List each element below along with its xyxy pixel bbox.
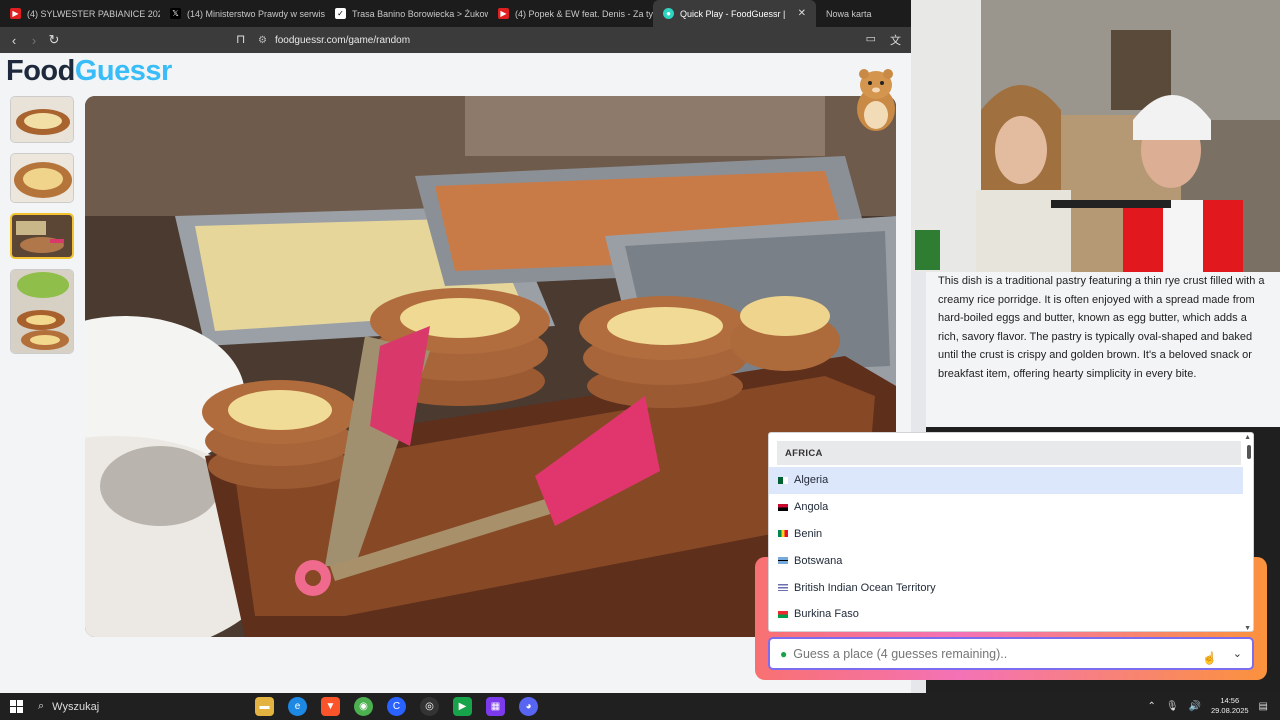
dropdown-scrollbar[interactable]: ▲ ▼ [1243, 433, 1253, 631]
logo-guessr: Guessr [74, 55, 172, 87]
dish-description: This dish is a traditional pastry featur… [938, 275, 1265, 380]
tab-popek[interactable]: ▶ (4) Popek & EW feat. Denis - Za tych [488, 0, 653, 27]
tab-ministerstwo[interactable]: 𝕏 (14) Ministerstwo Prawdy w serwisie [160, 0, 325, 27]
c-app-icon[interactable]: C [387, 697, 406, 716]
windows-taskbar: ⌕ Wyszukaj ▬ e ▼ ◉ C ◎ ▶ ▦ ◕ ⌃ 🎙 🔊 14:56… [0, 693, 1280, 720]
tab-title: (4) SYLWESTER PABIANICE 2022 [27, 8, 160, 19]
dish-description-panel: This dish is a traditional pastry featur… [926, 272, 1280, 427]
thumbnail-4[interactable] [10, 269, 74, 354]
scroll-down-icon[interactable]: ▼ [1244, 625, 1251, 631]
tab-bar: ▶ (4) SYLWESTER PABIANICE 2022 𝕏 (14) Mi… [0, 0, 911, 27]
tab-title: Quick Play - FoodGuessr | FoodG [680, 8, 788, 19]
windows-icon [9, 700, 23, 713]
dropdown-option-botswana[interactable]: Botswana [769, 547, 1243, 574]
reload-icon[interactable]: ↻ [44, 32, 64, 48]
site-info-icon[interactable]: ⚙ [258, 35, 267, 46]
notifications-icon[interactable]: ▤ [1259, 701, 1268, 712]
option-label: British Indian Ocean Territory [794, 581, 936, 594]
brave-icon[interactable]: ▼ [321, 697, 340, 716]
thumbnail-1[interactable] [10, 96, 74, 143]
taskbar-search[interactable]: ⌕ Wyszukaj [32, 700, 222, 713]
thumbnail-list [10, 96, 76, 364]
clock-date: 29.08.2025 [1211, 706, 1249, 715]
start-button[interactable] [0, 700, 32, 713]
address-bar: ‹ › ↻ ⊓ ⚙ foodguessr.com/game/random ▭ 文 [0, 27, 911, 53]
thumbnail-2[interactable] [10, 153, 74, 203]
flag-icon [778, 476, 788, 484]
tab-title: Trasa Banino Borowiecka > Żukowo, [352, 8, 488, 19]
microphone-icon[interactable]: 🎙 [1166, 701, 1179, 712]
play-app-icon[interactable]: ▶ [453, 697, 472, 716]
back-icon[interactable]: ‹ [4, 33, 24, 48]
dropdown-option-burkina-faso[interactable]: Burkina Faso [769, 601, 1243, 628]
scroll-up-icon[interactable]: ▲ [1244, 434, 1251, 441]
check-icon: ✓ [335, 8, 346, 19]
forward-icon[interactable]: › [24, 33, 44, 48]
dropdown-option-angola[interactable]: Angola [769, 494, 1243, 521]
obs-icon[interactable]: ◎ [420, 697, 439, 716]
option-label: Botswana [794, 554, 843, 567]
taskbar-search-label: Wyszukaj [52, 700, 100, 713]
chevron-down-icon[interactable]: ⌄ [1233, 647, 1242, 660]
thumbnail-3-selected[interactable] [10, 213, 74, 259]
youtube-icon: ▶ [498, 8, 509, 19]
file-explorer-icon[interactable]: ▬ [255, 697, 274, 716]
game-app-icon[interactable]: ▦ [486, 697, 505, 716]
flag-icon [778, 503, 788, 511]
youtube-icon: ▶ [10, 8, 21, 19]
tab-foodguessr[interactable]: ● Quick Play - FoodGuessr | FoodG ✕ [653, 0, 816, 27]
system-tray: ⌃ 🎙 🔊 14:56 29.08.2025 ▤ [1147, 696, 1268, 716]
tab-title: (4) Popek & EW feat. Denis - Za tych [515, 8, 653, 19]
tab-sylwester[interactable]: ▶ (4) SYLWESTER PABIANICE 2022 [0, 0, 160, 27]
country-dropdown[interactable]: AFRICA Algeria Angola Benin Botswana Bri… [768, 432, 1254, 632]
mouse-cursor-icon: ☝ [1202, 651, 1217, 665]
search-icon: ⌕ [38, 700, 45, 712]
webcam-overlay [911, 0, 1280, 272]
chevron-up-icon[interactable]: ⌃ [1147, 701, 1155, 712]
dropdown-option-algeria[interactable]: Algeria [769, 467, 1243, 494]
dropdown-group-header: AFRICA [777, 441, 1241, 465]
option-label: Algeria [794, 474, 829, 487]
option-label: Angola [794, 501, 829, 514]
bookmark-icon[interactable]: ⊓ [236, 32, 245, 46]
tab-title: Nowa karta [826, 8, 872, 19]
option-label: Benin [794, 527, 823, 540]
dropdown-option-benin[interactable]: Benin [769, 521, 1243, 548]
scrollbar-thumb[interactable] [1247, 445, 1251, 459]
dropdown-option-biot[interactable]: British Indian Ocean Territory [769, 574, 1243, 601]
chrome-icon[interactable]: ◉ [354, 697, 373, 716]
foodguessr-logo[interactable]: FoodGuessr [6, 55, 172, 88]
flag-icon [778, 530, 788, 538]
url-field[interactable]: ⚙ foodguessr.com/game/random [258, 31, 410, 49]
edge-icon[interactable]: e [288, 697, 307, 716]
url-text: foodguessr.com/game/random [274, 34, 411, 46]
discord-icon[interactable]: ◕ [519, 697, 538, 716]
hamster-mascot-icon [852, 65, 900, 135]
option-label: Burkina Faso [794, 608, 859, 621]
translate-icon[interactable]: 文 [890, 32, 901, 48]
flag-icon [778, 610, 788, 618]
flag-icon [778, 557, 788, 565]
logo-food: Food [6, 55, 75, 87]
guess-input[interactable] [793, 646, 1194, 661]
tab-trasa[interactable]: ✓ Trasa Banino Borowiecka > Żukowo, [325, 0, 488, 27]
globe-icon: ● [780, 646, 788, 661]
cast-icon[interactable]: ▭ [866, 32, 876, 48]
foodguessr-icon: ● [663, 8, 674, 19]
clock-time: 14:56 [1220, 696, 1240, 705]
clock[interactable]: 14:56 29.08.2025 [1211, 696, 1249, 716]
volume-icon[interactable]: 🔊 [1189, 701, 1201, 712]
x-icon: 𝕏 [170, 8, 181, 19]
tab-title: (14) Ministerstwo Prawdy w serwisie [187, 8, 325, 19]
guess-input-container[interactable]: ● ⌄ [768, 637, 1254, 670]
close-tab-icon[interactable]: ✕ [798, 8, 806, 19]
tab-new[interactable]: Nowa karta [816, 0, 901, 27]
flag-icon [778, 584, 788, 592]
